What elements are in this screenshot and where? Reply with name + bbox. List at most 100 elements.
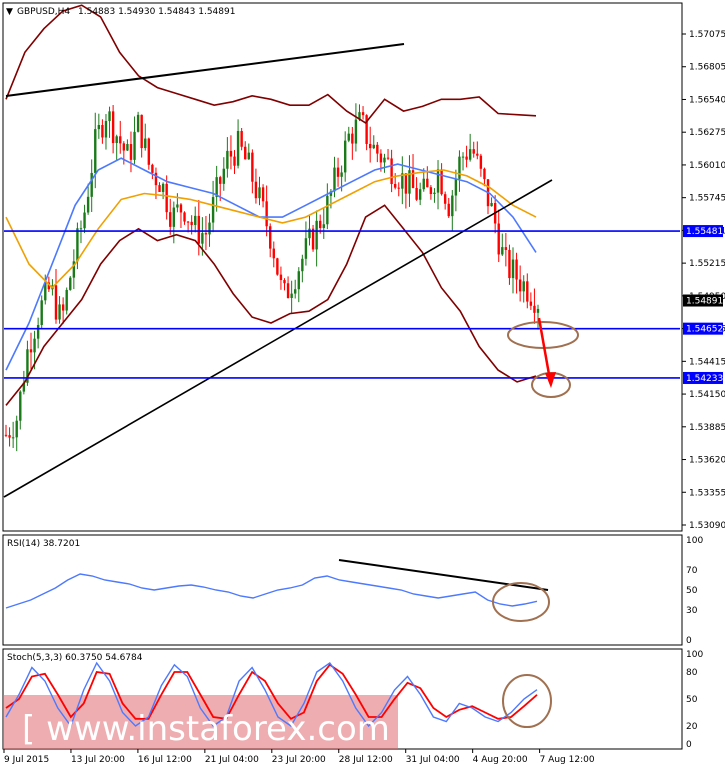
candle-body bbox=[351, 133, 354, 144]
x-tick-label: 13 Jul 20:00 bbox=[71, 755, 125, 765]
candle-body bbox=[147, 138, 151, 165]
rsi-tick-label: 70 bbox=[686, 566, 698, 576]
candle-body bbox=[390, 158, 393, 185]
candle-body bbox=[61, 304, 65, 311]
candle-body bbox=[104, 120, 108, 138]
rsi-tick-label: 50 bbox=[686, 586, 698, 596]
candle-body bbox=[476, 153, 479, 156]
candle-body bbox=[226, 150, 229, 169]
x-tick-label: 21 Jul 04:00 bbox=[205, 755, 259, 765]
candle-body bbox=[290, 293, 293, 298]
candle-body bbox=[443, 194, 447, 204]
candle-body bbox=[376, 144, 379, 154]
candle-body bbox=[183, 212, 186, 222]
candle-body bbox=[151, 164, 154, 173]
candle-body bbox=[379, 153, 383, 163]
candle-body bbox=[236, 130, 240, 166]
candle-body bbox=[33, 338, 36, 353]
chart-canvas: 1.57075 1.56805 1.56540 1.56275 1.56010 1.557… bbox=[2, 2, 725, 765]
candle-body bbox=[458, 156, 461, 179]
candle-body bbox=[454, 178, 458, 196]
candle-body bbox=[433, 192, 436, 195]
candle-body bbox=[522, 281, 525, 292]
candle-body bbox=[69, 277, 72, 290]
candle-body bbox=[294, 289, 297, 294]
candle-body bbox=[176, 204, 179, 208]
y-tick-label: 1.57075 bbox=[689, 30, 725, 40]
candle-body bbox=[129, 144, 133, 160]
candle-body bbox=[247, 152, 250, 160]
candle-body bbox=[208, 222, 211, 235]
candle-body bbox=[36, 325, 40, 339]
candle-body bbox=[354, 119, 358, 144]
candle-body bbox=[319, 220, 322, 228]
candle-body bbox=[169, 212, 172, 227]
candle-body bbox=[15, 420, 18, 438]
x-tick-label: 4 Aug 20:00 bbox=[473, 755, 528, 765]
y-tick-label: 1.53355 bbox=[689, 488, 725, 498]
candle-body bbox=[468, 149, 472, 160]
candle-body bbox=[483, 168, 486, 180]
level-price-label: 1.54652 bbox=[686, 325, 723, 335]
x-tick-label: 16 Jul 12:00 bbox=[138, 755, 192, 765]
stoch-tick-label: 0 bbox=[686, 740, 692, 750]
candle-body bbox=[397, 187, 400, 189]
candle-body bbox=[361, 112, 365, 116]
candle-body bbox=[340, 172, 343, 177]
candle-body bbox=[279, 274, 283, 281]
chart-ohlc: 1.54883 1.54930 1.54843 1.54891 bbox=[78, 7, 235, 17]
candle-body bbox=[529, 301, 533, 306]
candle-body bbox=[136, 114, 140, 132]
candle-body bbox=[501, 247, 504, 255]
x-tick-label: 31 Jul 04:00 bbox=[406, 755, 460, 765]
candle-body bbox=[40, 300, 43, 326]
y-tick-label: 1.54150 bbox=[689, 390, 725, 400]
watermark: [ www.instaforex.com ] bbox=[22, 709, 414, 749]
candle-body bbox=[133, 131, 136, 160]
candle-body bbox=[283, 280, 286, 284]
candle-body bbox=[8, 435, 11, 438]
candle-body bbox=[347, 133, 350, 141]
candle-body bbox=[526, 281, 529, 302]
candle-body bbox=[94, 129, 97, 173]
candle-body bbox=[472, 149, 475, 154]
candle-body bbox=[122, 143, 126, 151]
candle-body bbox=[429, 187, 433, 195]
candle-body bbox=[315, 220, 318, 250]
stoch-tick-label: 20 bbox=[686, 722, 698, 732]
x-tick-label: 23 Jul 20:00 bbox=[272, 755, 326, 765]
candle-body bbox=[197, 215, 201, 244]
candle-body bbox=[29, 349, 33, 353]
candle-body bbox=[465, 156, 468, 160]
candle-body bbox=[204, 233, 208, 235]
candle-body bbox=[269, 226, 272, 249]
y-tick-label: 1.55215 bbox=[689, 259, 725, 269]
candle-body bbox=[4, 434, 8, 436]
candle-body bbox=[308, 228, 311, 239]
candle-body bbox=[219, 177, 222, 184]
candle-body bbox=[415, 187, 418, 200]
candle-body bbox=[229, 150, 233, 157]
candle-body bbox=[383, 157, 386, 163]
candle-body bbox=[101, 125, 104, 138]
stoch-tick-label: 50 bbox=[686, 695, 698, 705]
candle-body bbox=[90, 172, 93, 197]
stoch-tick-label: 100 bbox=[686, 650, 703, 660]
candle-body bbox=[54, 285, 58, 320]
level-price-label: 1.55481 bbox=[686, 227, 723, 237]
x-tick-label: 28 Jul 12:00 bbox=[339, 755, 393, 765]
candle-body bbox=[422, 178, 425, 190]
y-tick-label: 1.56010 bbox=[689, 161, 725, 171]
candle-body bbox=[304, 238, 308, 259]
candle-body bbox=[19, 391, 22, 421]
x-tick-label: 7 Aug 12:00 bbox=[540, 755, 595, 765]
candle-body bbox=[11, 437, 15, 439]
candle-body bbox=[115, 136, 118, 144]
candle-body bbox=[372, 144, 375, 149]
candle-body bbox=[165, 183, 168, 213]
candle-body bbox=[240, 130, 243, 147]
candle-body bbox=[194, 215, 197, 225]
rsi-tick-label: 100 bbox=[686, 536, 703, 546]
candle-body bbox=[86, 196, 90, 213]
y-tick-label: 1.53885 bbox=[689, 423, 725, 433]
